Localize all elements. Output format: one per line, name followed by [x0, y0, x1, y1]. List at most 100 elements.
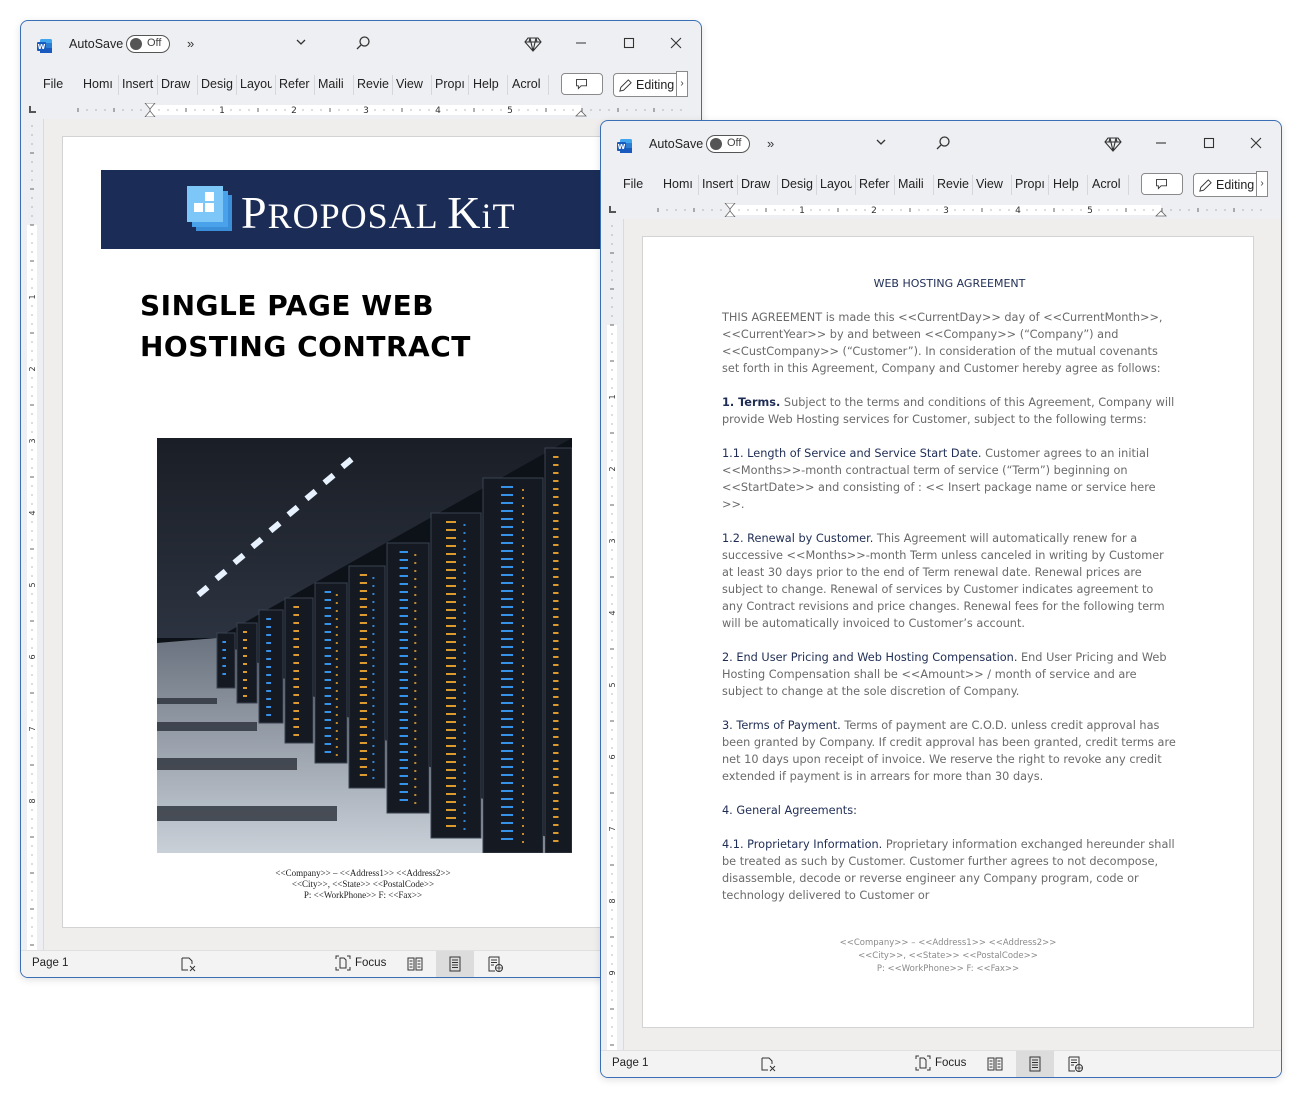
tab-acrobat[interactable]: Acrol — [1092, 177, 1124, 191]
maximize-button[interactable] — [617, 31, 641, 55]
ruler-number: 1 — [799, 206, 805, 216]
search-icon[interactable] — [355, 35, 371, 51]
section-2: 2. End User Pricing and Web Hosting Comp… — [722, 651, 1167, 698]
horizontal-ruler[interactable]: 1 2 3 4 5 — [59, 103, 689, 117]
focus-mode-button[interactable]: Focus — [335, 955, 386, 973]
toggle-knob — [130, 38, 142, 50]
autosave-label: AutoSave — [69, 37, 124, 51]
web-layout-icon[interactable] — [1067, 1056, 1083, 1072]
ruler-number: 7 — [608, 826, 617, 831]
comments-button[interactable] — [1141, 173, 1183, 195]
vertical-ruler[interactable]: 1 2 3 4 5 6 7 8 9 — [605, 225, 619, 1065]
tab-review[interactable]: Revie — [357, 77, 389, 91]
server-room-photo — [157, 438, 572, 853]
read-mode-icon[interactable] — [987, 1056, 1003, 1072]
word-app-icon: W — [37, 39, 52, 53]
tab-draw[interactable]: Draw — [741, 177, 775, 191]
search-icon[interactable] — [935, 135, 951, 151]
tab-review[interactable]: Revie — [937, 177, 969, 191]
comment-icon — [1156, 179, 1167, 190]
tab-properties[interactable]: Propı — [435, 77, 465, 91]
tab-help[interactable]: Help — [473, 77, 503, 91]
print-layout-icon — [1029, 1056, 1041, 1072]
tab-mailings[interactable]: Maili — [318, 77, 350, 91]
tab-layout[interactable]: Layou — [240, 77, 272, 91]
tab-references[interactable]: Refer — [279, 77, 311, 91]
vertical-ruler[interactable]: 1 2 3 4 5 6 7 8 — [25, 125, 39, 965]
tab-selector[interactable] — [29, 106, 36, 113]
diamond-premium-icon[interactable] — [524, 35, 542, 53]
ruler-number: 3 — [28, 438, 37, 443]
ribbon-scroll-right[interactable]: › — [676, 71, 688, 97]
ruler-number: 8 — [28, 798, 37, 803]
tab-mailings[interactable]: Maili — [898, 177, 930, 191]
chevron-down-icon[interactable] — [874, 135, 888, 149]
cover-footer-address: <<Company>> – <<Address1>> <<Address2>> … — [275, 868, 451, 900]
autosave-toggle[interactable]: Off — [706, 135, 750, 153]
ribbon-tabs: File Homı Insert Draw Desig Layou Refer … — [601, 169, 1281, 201]
section-1: 1. Terms. Subject to the terms and condi… — [722, 396, 1175, 426]
cover-title: SINGLE PAGE WEB HOSTING CONTRACT — [140, 289, 471, 363]
ruler-number: 2 — [871, 206, 877, 216]
tab-home[interactable]: Homı — [83, 77, 115, 91]
accessibility-check-icon[interactable] — [760, 1056, 776, 1072]
tab-design[interactable]: Desig — [201, 77, 233, 91]
tab-references[interactable]: Refer — [859, 177, 891, 191]
focus-icon — [915, 1055, 931, 1071]
diamond-premium-icon[interactable] — [1104, 135, 1122, 153]
minimize-button[interactable] — [569, 31, 593, 55]
tab-properties[interactable]: Propı — [1015, 177, 1045, 191]
autosave-toggle[interactable]: Off — [126, 35, 170, 53]
word-window-agreement: W AutoSave Off » File Homı Insert Draw D… — [600, 120, 1282, 1078]
tab-acrobat[interactable]: Acrol — [512, 77, 544, 91]
tab-help[interactable]: Help — [1053, 177, 1083, 191]
autosave-label: AutoSave — [649, 137, 704, 151]
document-page: PROPOSAL KiT SINGLE PAGE WEB HOSTING CON… — [62, 136, 664, 928]
ruler-number: 4 — [1015, 206, 1021, 216]
tab-draw[interactable]: Draw — [161, 77, 195, 91]
more-commands-icon[interactable]: » — [187, 36, 194, 51]
brand-banner: PROPOSAL KiT — [101, 170, 663, 249]
tab-file[interactable]: File — [623, 177, 647, 191]
ruler-number: 3 — [363, 106, 369, 116]
print-layout-icon — [449, 956, 461, 972]
ruler-number: 1 — [28, 294, 37, 299]
tab-view[interactable]: View — [976, 177, 1008, 191]
accessibility-check-icon[interactable] — [180, 956, 196, 972]
tab-home[interactable]: Homı — [663, 177, 695, 191]
close-button[interactable] — [664, 31, 688, 55]
pencil-icon — [619, 79, 632, 92]
comment-icon — [576, 79, 587, 90]
tab-view[interactable]: View — [396, 77, 428, 91]
close-button[interactable] — [1244, 131, 1268, 155]
title-bar: W AutoSave Off » — [21, 21, 701, 69]
more-commands-icon[interactable]: » — [767, 136, 774, 151]
section-4: 4. General Agreements: — [722, 804, 857, 817]
print-layout-view-button[interactable] — [436, 951, 474, 977]
minimize-button[interactable] — [1149, 131, 1173, 155]
ruler-number: 5 — [28, 582, 37, 587]
ruler-number: 6 — [608, 754, 617, 759]
chevron-down-icon[interactable] — [294, 35, 308, 49]
read-mode-icon[interactable] — [407, 956, 423, 972]
tab-selector[interactable] — [609, 206, 616, 213]
tab-file[interactable]: File — [43, 77, 67, 91]
ribbon-scroll-right[interactable]: › — [1256, 171, 1268, 197]
tab-design[interactable]: Desig — [781, 177, 813, 191]
focus-mode-button[interactable]: Focus — [915, 1055, 966, 1073]
ribbon-tabs: File Homı Insert Draw Desig Layou Refer … — [21, 69, 701, 101]
tab-insert[interactable]: Insert — [122, 77, 155, 91]
ruler-number: 8 — [608, 898, 617, 903]
tab-insert[interactable]: Insert — [702, 177, 735, 191]
section-3: 3. Terms of Payment. Terms of payment ar… — [722, 719, 1176, 783]
comments-button[interactable] — [561, 73, 603, 95]
page-number[interactable]: Page 1 — [32, 957, 68, 969]
svg-text:W: W — [38, 43, 46, 51]
maximize-button[interactable] — [1197, 131, 1221, 155]
horizontal-ruler[interactable]: 1 2 3 4 5 — [639, 203, 1269, 217]
web-layout-icon[interactable] — [487, 956, 503, 972]
section-1-2: 1.2. Renewal by Customer. This Agreement… — [722, 532, 1165, 630]
print-layout-view-button[interactable] — [1016, 1051, 1054, 1077]
page-number[interactable]: Page 1 — [612, 1057, 648, 1069]
tab-layout[interactable]: Layou — [820, 177, 852, 191]
